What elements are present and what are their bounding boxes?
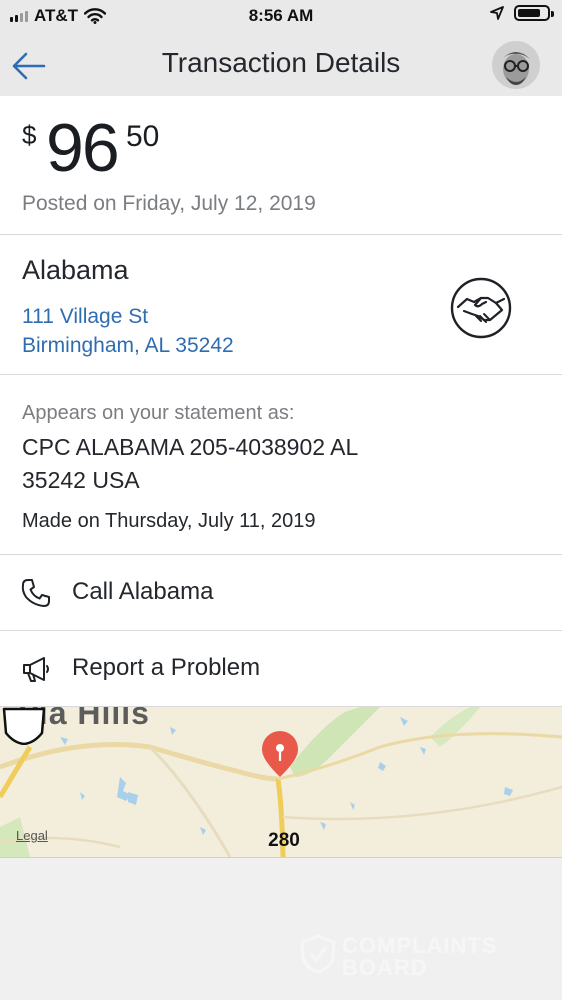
page-title: Transaction Details [161,47,401,78]
call-merchant-button[interactable]: Call Alabama [0,555,562,631]
amount-currency: $ [22,120,37,150]
watermark: COMPLAINTS BOARD [300,930,540,980]
amount-section: $ 96 50 Posted on Friday, July 12, 2019 [0,96,562,235]
nav-bar: Transaction Details [0,34,562,96]
avatar-image [492,41,540,89]
watermark-line2: BOARD [342,955,428,980]
megaphone-icon [23,657,49,682]
route-shield-icon [2,707,46,745]
status-right [490,5,554,21]
route-shield-number: 280 [268,830,300,851]
call-label: Call Alabama [72,578,214,605]
merchant-address-line1[interactable]: 111 Village St [22,305,148,329]
report-label: Report a Problem [72,654,261,681]
watermark-logo-icon [300,934,336,974]
statement-description: CPC ALABAMA 205-4038902 AL 35242 USA [22,434,358,493]
status-bar: AT&T 8:56 AM [0,0,562,34]
statement-label: Appears on your statement as: [22,402,295,424]
phone-icon [21,579,50,607]
merchant-address-line2[interactable]: Birmingham, AL 35242 [22,334,234,358]
amount-cents: 50 [126,120,160,153]
posted-date: Posted on Friday, July 12, 2019 [22,192,316,215]
amount-whole: 96 [46,110,120,186]
battery-icon [514,5,554,21]
location-arrow-icon [490,6,504,20]
merchant-name: Alabama [22,255,129,285]
location-map[interactable]: via Hills 280 Legal [0,707,562,858]
handshake-icon [450,277,512,339]
statement-section: Appears on your statement as: CPC ALABAM… [0,375,562,555]
merchant-section: Alabama 111 Village St Birmingham, AL 35… [0,235,562,375]
report-problem-button[interactable]: Report a Problem [0,631,562,707]
map-legal-link[interactable]: Legal [16,828,48,843]
avatar[interactable] [492,41,540,89]
clock: 8:56 AM [248,6,314,25]
made-on-date: Made on Thursday, July 11, 2019 [22,510,316,532]
